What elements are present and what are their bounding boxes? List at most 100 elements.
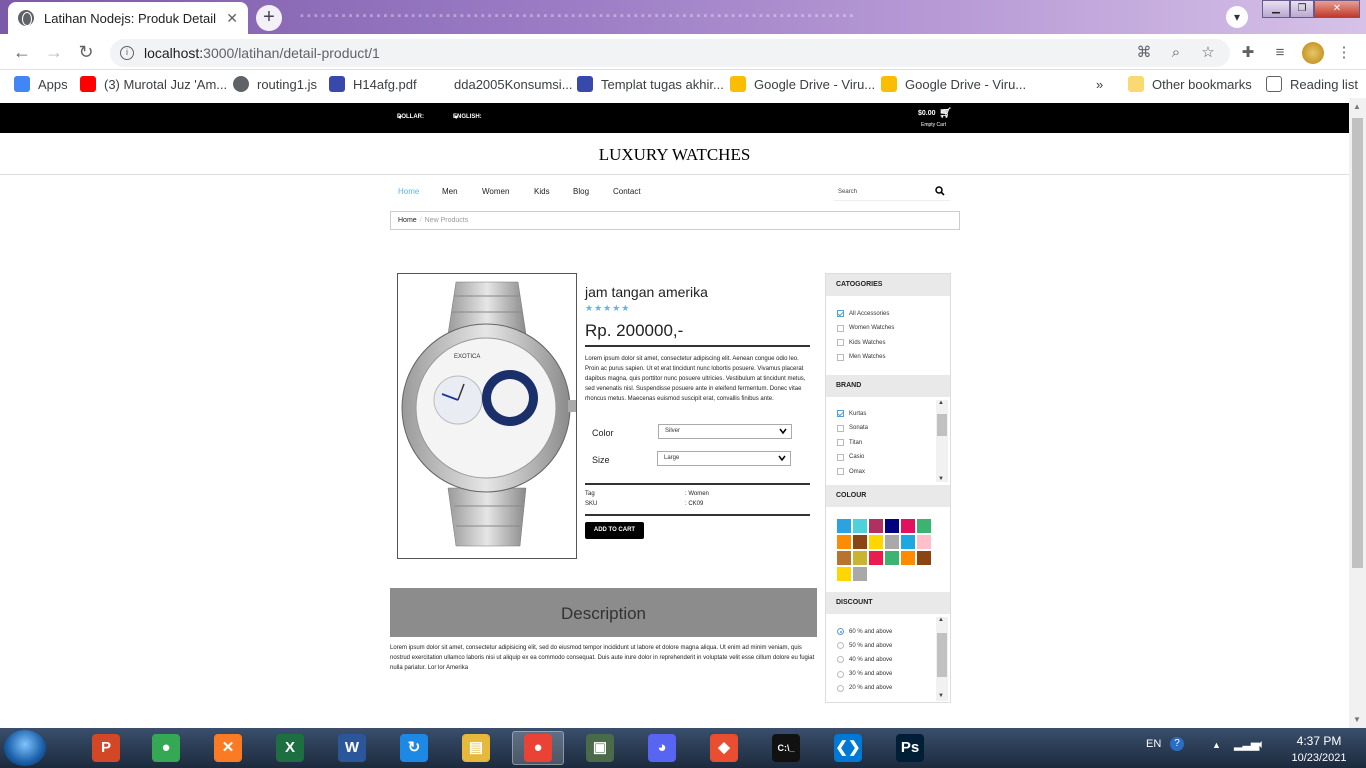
discount-filter-item[interactable]: 60 % and above	[837, 628, 892, 635]
color-select[interactable]: Silver	[658, 424, 792, 439]
nav-kids[interactable]: Kids	[534, 187, 550, 196]
taskbar-app[interactable]: ▣	[574, 731, 626, 765]
site-info-icon[interactable]: i	[120, 46, 134, 60]
other-bookmarks[interactable]: Other bookmarks	[1128, 76, 1252, 92]
colour-swatch[interactable]	[837, 551, 851, 565]
discount-filter-item[interactable]: 50 % and above	[837, 642, 892, 650]
brand-filter-item[interactable]: Omax	[837, 468, 865, 475]
checkbox[interactable]	[837, 310, 844, 317]
menu-kebab-icon[interactable]: ⋮	[1334, 43, 1354, 63]
radio-button[interactable]	[837, 684, 844, 692]
currency-selector[interactable]: DOLLAR: ▾	[397, 114, 424, 121]
checkbox[interactable]	[837, 453, 844, 461]
colour-swatch[interactable]	[869, 551, 883, 565]
colour-swatch[interactable]	[853, 567, 867, 581]
add-to-cart-button[interactable]: ADD TO CART	[585, 522, 644, 539]
colour-swatch[interactable]	[901, 519, 915, 533]
bookmark-item[interactable]: (3) Murotal Juz 'Am...	[80, 76, 227, 92]
discount-filter-item[interactable]: 40 % and above	[837, 656, 892, 664]
taskbar-app[interactable]: P	[80, 731, 132, 765]
close-tab-icon[interactable]: ✕	[226, 10, 238, 27]
reading-list[interactable]: Reading list	[1266, 76, 1358, 92]
bookmark-item[interactable]: routing1.js	[233, 76, 317, 92]
zoom-icon[interactable]: ⌕	[1166, 43, 1186, 63]
breadcrumb-home[interactable]: Home	[398, 217, 417, 224]
category-filter-item[interactable]: All Accessories	[837, 310, 889, 317]
taskbar-app[interactable]: ❮❯	[822, 731, 874, 765]
taskbar-app[interactable]: ●	[512, 731, 564, 765]
minimize-button[interactable]: ▁	[1262, 0, 1290, 18]
taskbar-app[interactable]: ▤	[450, 731, 502, 765]
checkbox[interactable]	[837, 439, 844, 446]
colour-swatch[interactable]	[837, 519, 851, 533]
category-filter-item[interactable]: Kids Watches	[837, 339, 885, 346]
brand-filter-item[interactable]: Kurtas	[837, 410, 866, 417]
taskbar-app[interactable]: W	[326, 731, 378, 765]
start-button[interactable]	[4, 730, 46, 766]
radio-button[interactable]	[837, 642, 844, 650]
colour-swatch[interactable]	[885, 519, 899, 533]
help-icon[interactable]: ?	[1170, 737, 1184, 751]
back-arrow-icon[interactable]: ←	[10, 40, 34, 64]
translate-icon[interactable]: ⌘	[1134, 43, 1154, 63]
language-selector[interactable]: ENGLISH: ▾	[453, 114, 482, 121]
bookmark-star-icon[interactable]: ☆	[1198, 43, 1218, 63]
taskbar-app[interactable]: C:\_	[760, 731, 812, 765]
radio-button[interactable]	[837, 670, 844, 678]
size-select[interactable]: Large	[657, 451, 791, 466]
discount-scrollbar[interactable]: ▲ ▼	[936, 617, 948, 701]
volume-icon[interactable]: 🔈︎	[1258, 737, 1265, 752]
active-tab[interactable]: Latihan Nodejs: Produk Detail ✕	[8, 2, 248, 34]
cart-icon[interactable]: 🛒︎	[939, 108, 952, 119]
category-filter-item[interactable]: Men Watches	[837, 353, 885, 361]
cart-total[interactable]: $0.00	[918, 110, 936, 117]
tab-search-icon[interactable]: ▾	[1226, 6, 1248, 28]
site-title[interactable]: LUXURY WATCHES	[0, 145, 1349, 165]
colour-swatch[interactable]	[901, 535, 915, 549]
taskbar-app[interactable]: ●	[140, 731, 192, 765]
nav-contact[interactable]: Contact	[613, 187, 641, 196]
extensions-puzzle-icon[interactable]: ✚	[1238, 43, 1258, 63]
nav-blog[interactable]: Blog	[573, 187, 589, 196]
radio-button[interactable]	[837, 656, 844, 664]
product-image[interactable]: EXOTICA	[397, 273, 577, 559]
bookmark-item[interactable]: dda2005Konsumsi...	[430, 76, 573, 92]
brand-filter-item[interactable]: Titan	[837, 439, 862, 446]
bookmark-item[interactable]: Google Drive - Viru...	[881, 76, 1026, 92]
taskbar-app[interactable]: X	[264, 731, 316, 765]
discount-filter-item[interactable]: 20 % and above	[837, 684, 892, 692]
brand-filter-item[interactable]: Casio	[837, 453, 864, 461]
taskbar-app[interactable]: ◆	[698, 731, 750, 765]
bookmark-item[interactable]: Google Drive - Viru...	[730, 76, 875, 92]
checkbox[interactable]	[837, 339, 844, 346]
search-icon[interactable]	[935, 186, 945, 196]
forward-arrow-icon[interactable]: →	[42, 40, 66, 64]
profile-avatar[interactable]	[1302, 42, 1324, 64]
reload-icon[interactable]: ↻	[74, 40, 98, 64]
window-close-button[interactable]: ✕	[1314, 0, 1360, 18]
checkbox[interactable]	[837, 468, 844, 475]
nav-men[interactable]: Men	[442, 187, 458, 196]
checkbox[interactable]	[837, 410, 844, 417]
checkbox[interactable]	[837, 324, 844, 332]
colour-swatch[interactable]	[837, 535, 851, 549]
taskbar-app[interactable]: ✕	[202, 731, 254, 765]
colour-swatch[interactable]	[869, 535, 883, 549]
checkbox[interactable]	[837, 353, 844, 361]
colour-swatch[interactable]	[917, 535, 931, 549]
bookmark-item[interactable]: Apps	[14, 76, 68, 92]
colour-swatch[interactable]	[917, 519, 931, 533]
clock[interactable]: 4:37 PM 10/23/2021	[1284, 733, 1354, 767]
page-scrollbar[interactable]: ▲ ▼	[1349, 98, 1366, 728]
discount-filter-item[interactable]: 30 % and above	[837, 670, 892, 678]
radio-button[interactable]	[837, 628, 844, 635]
show-hidden-icons-icon[interactable]: ▲	[1212, 740, 1221, 750]
colour-swatch[interactable]	[885, 551, 899, 565]
taskbar-app[interactable]: Ps	[884, 731, 936, 765]
colour-swatch[interactable]	[885, 535, 899, 549]
search-input[interactable]: Search	[834, 185, 950, 201]
maximize-button[interactable]: ❐	[1290, 0, 1314, 18]
nav-women[interactable]: Women	[482, 187, 509, 196]
media-control-icon[interactable]: ≡	[1270, 43, 1290, 63]
taskbar-app[interactable]: ◕	[636, 731, 688, 765]
